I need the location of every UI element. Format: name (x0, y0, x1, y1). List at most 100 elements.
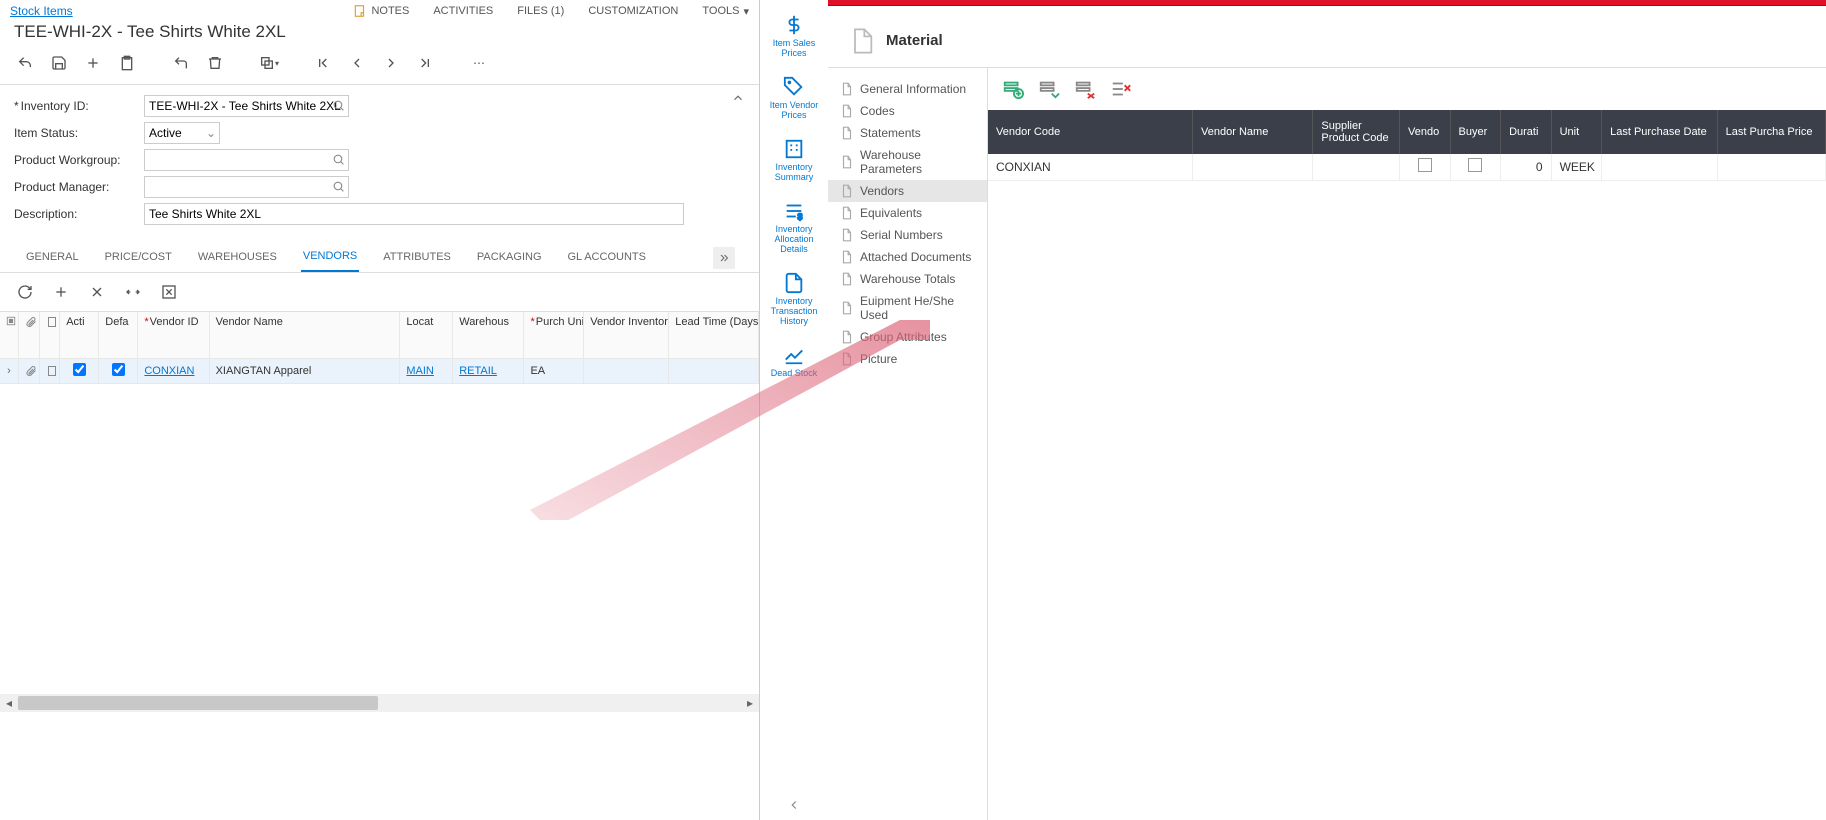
sidebar-item-general-information[interactable]: General Information (828, 78, 987, 100)
vendor-id-link[interactable]: CONXIAN (144, 365, 194, 377)
delete-button[interactable] (202, 52, 228, 74)
side-nav-item-allocation[interactable]: $ Inventory Allocation Details (760, 196, 828, 258)
add-button[interactable] (80, 52, 106, 74)
tab-attributes[interactable]: ATTRIBUTES (381, 245, 453, 271)
grid-header[interactable]: Buyer (1450, 110, 1501, 154)
grid-header[interactable]: Last Purchase Date (1602, 110, 1718, 154)
location-link[interactable]: MAIN (406, 365, 434, 377)
tab-warehouses[interactable]: WAREHOUSES (196, 245, 279, 271)
grid-header-lead-time[interactable]: Lead Time (Days) (669, 312, 759, 358)
sidebar-item-group-attributes[interactable]: Group Attributes (828, 326, 987, 348)
note-icon[interactable] (46, 365, 58, 377)
grid-add-button[interactable] (50, 281, 72, 303)
breadcrumb[interactable]: Stock Items (10, 4, 73, 18)
grid-header-default[interactable]: Defa (99, 312, 138, 358)
copy-dropdown-button[interactable]: ▾ (256, 52, 282, 74)
grid-header[interactable]: Vendor Code (988, 110, 1193, 154)
clear-rows-button[interactable] (1110, 78, 1132, 100)
grid-header[interactable]: Vendo (1400, 110, 1451, 154)
collapse-sidenav-button[interactable] (787, 798, 801, 812)
menu-tools[interactable]: TOOLS ▾ (702, 5, 749, 18)
scroll-thumb[interactable] (18, 696, 378, 710)
side-nav-item-sales-prices[interactable]: Item Sales Prices (760, 10, 828, 62)
next-record-button[interactable] (378, 52, 404, 74)
grid-header[interactable]: Unit (1551, 110, 1602, 154)
workgroup-input[interactable] (144, 149, 349, 171)
page-title: TEE-WHI-2X - Tee Shirts White 2XL (0, 18, 759, 48)
tabs-more-button[interactable] (713, 247, 735, 269)
grid-header-selector[interactable] (0, 312, 18, 358)
delete-row-button[interactable] (1074, 78, 1096, 100)
menu-activities[interactable]: ACTIVITIES (433, 5, 493, 17)
sidebar-item-warehouse-totals[interactable]: Warehouse Totals (828, 268, 987, 290)
side-nav-item-inventory-summary[interactable]: Inventory Summary (760, 134, 828, 186)
menu-files[interactable]: FILES (1) (517, 5, 564, 17)
grid-export-button[interactable] (158, 281, 180, 303)
prev-record-button[interactable] (344, 52, 370, 74)
sidebar-item-equivalents[interactable]: Equivalents (828, 202, 987, 224)
horizontal-scrollbar[interactable]: ◂ ▸ (0, 694, 759, 712)
grid-header[interactable]: Durati (1501, 110, 1552, 154)
collapse-form-button[interactable] (731, 91, 745, 105)
default-checkbox[interactable] (112, 363, 125, 376)
grid-header-vendor-id[interactable]: Vendor ID (138, 312, 209, 358)
buyer-checkbox[interactable] (1468, 158, 1482, 172)
sidebar-item-serial-numbers[interactable]: Serial Numbers (828, 224, 987, 246)
side-nav-item-vendor-prices[interactable]: Item Vendor Prices (760, 72, 828, 124)
tag-icon (783, 76, 805, 98)
grid-header-location[interactable]: Locat (400, 312, 453, 358)
grid-header[interactable]: Last Purcha Price (1717, 110, 1825, 154)
grid-header[interactable]: Supplier Product Code (1313, 110, 1400, 154)
warehouse-link[interactable]: RETAIL (459, 365, 497, 377)
save-button[interactable] (46, 52, 72, 74)
row-selector-icon[interactable]: › (0, 358, 18, 383)
grid-fit-button[interactable] (122, 281, 144, 303)
grid-header-active[interactable]: Acti (60, 312, 99, 358)
grid-header-attach[interactable] (18, 312, 39, 358)
tab-vendors[interactable]: VENDORS (301, 244, 359, 272)
menu-notes[interactable]: NOTES (353, 4, 409, 18)
tab-general[interactable]: GENERAL (24, 245, 81, 271)
grid-header-warehouse[interactable]: Warehous (453, 312, 524, 358)
undo-button[interactable] (168, 52, 194, 74)
table-row[interactable]: CONXIAN 0 WEEK (988, 154, 1826, 180)
grid-header[interactable]: Vendor Name (1193, 110, 1313, 154)
side-nav-item-dead-stock[interactable]: Dead Stock (767, 340, 822, 382)
grid-header-note[interactable] (39, 312, 60, 358)
scroll-right-icon[interactable]: ▸ (741, 694, 759, 712)
first-record-button[interactable] (310, 52, 336, 74)
menu-customization[interactable]: CUSTOMIZATION (588, 5, 678, 17)
sidebar-item-attached-documents[interactable]: Attached Documents (828, 246, 987, 268)
last-record-button[interactable] (412, 52, 438, 74)
vendor-name-cell: XIANGTAN Apparel (209, 358, 400, 383)
sidebar-item-vendors[interactable]: Vendors (828, 180, 987, 202)
grid-header-purch-unit[interactable]: Purch Unit (524, 312, 584, 358)
sidebar-item-statements[interactable]: Statements (828, 122, 987, 144)
grid-refresh-button[interactable] (14, 281, 36, 303)
item-status-select[interactable] (144, 122, 220, 144)
tab-glaccounts[interactable]: GL ACCOUNTS (566, 245, 648, 271)
scroll-left-icon[interactable]: ◂ (0, 694, 18, 712)
grid-delete-button[interactable] (86, 281, 108, 303)
insert-row-button[interactable] (1038, 78, 1060, 100)
active-checkbox[interactable] (73, 363, 86, 376)
manager-input[interactable] (144, 176, 349, 198)
table-row[interactable]: › CONXIAN XIANGTAN Apparel MAIN RETAIL E… (0, 358, 759, 383)
add-row-button[interactable] (1002, 78, 1024, 100)
grid-header-vendor-name[interactable]: Vendor Name (209, 312, 400, 358)
vendor-checkbox[interactable] (1418, 158, 1432, 172)
grid-header-vendor-inv-id[interactable]: Vendor Inventory ID (584, 312, 669, 358)
side-nav-item-transaction-history[interactable]: Inventory Transaction History (760, 268, 828, 330)
description-input[interactable] (144, 203, 684, 225)
back-button[interactable] (12, 52, 38, 74)
more-actions-button[interactable]: ⋯ (466, 52, 492, 74)
sidebar-item-warehouse-parameters[interactable]: Warehouse Parameters (828, 144, 987, 180)
clipboard-button[interactable] (114, 52, 140, 74)
tab-pricecost[interactable]: PRICE/COST (103, 245, 174, 271)
inventory-id-input[interactable] (144, 95, 349, 117)
tab-packaging[interactable]: PACKAGING (475, 245, 544, 271)
sidebar-item-picture[interactable]: Picture (828, 348, 987, 370)
sidebar-item-codes[interactable]: Codes (828, 100, 987, 122)
sidebar-item-euipment-he-she-used[interactable]: Euipment He/She Used (828, 290, 987, 326)
attach-icon[interactable] (25, 365, 37, 377)
